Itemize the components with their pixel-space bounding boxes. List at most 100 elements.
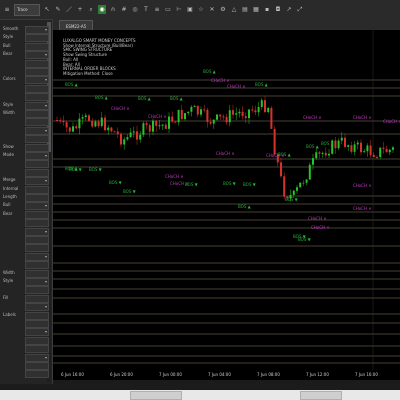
setting-row: Width bbox=[3, 269, 49, 278]
fib-icon[interactable]: ≡ bbox=[153, 5, 161, 14]
setting-row: Fill bbox=[3, 294, 49, 303]
setting-row: Style bbox=[3, 101, 49, 110]
layout-icon[interactable]: ▦ bbox=[252, 5, 260, 14]
setting-field[interactable] bbox=[25, 286, 49, 295]
setting-field[interactable] bbox=[25, 160, 49, 169]
candle-body bbox=[312, 158, 314, 165]
trash-icon[interactable]: ✕ bbox=[208, 5, 216, 14]
bos-down-label: BOS ▼ bbox=[89, 167, 103, 172]
setting-field[interactable] bbox=[25, 269, 49, 278]
candle-body bbox=[187, 111, 190, 114]
setting-field[interactable] bbox=[25, 194, 49, 202]
choch-label: CHoCH ✕ bbox=[311, 225, 330, 230]
save-icon[interactable]: ▪ bbox=[263, 5, 271, 14]
setting-dropdown[interactable] bbox=[25, 227, 49, 236]
setting-dropdown[interactable] bbox=[25, 76, 49, 85]
candle-body bbox=[68, 127, 71, 132]
setting-dropdown[interactable] bbox=[25, 101, 49, 110]
candle-body bbox=[148, 125, 151, 132]
candle-body bbox=[91, 120, 94, 127]
setting-field[interactable] bbox=[25, 320, 49, 328]
setting-field[interactable] bbox=[25, 261, 49, 270]
bos-down-label: BOS ▼ bbox=[285, 197, 299, 202]
grid-icon[interactable]: # bbox=[120, 5, 128, 14]
pencil-icon[interactable]: ✎ bbox=[54, 5, 62, 14]
setting-field[interactable] bbox=[25, 294, 49, 303]
setting-field[interactable] bbox=[25, 93, 49, 102]
alert-icon[interactable]: △ bbox=[230, 5, 238, 14]
setting-field[interactable] bbox=[25, 185, 49, 194]
setting-dropdown[interactable] bbox=[25, 152, 49, 160]
line-icon[interactable]: ／ bbox=[65, 5, 73, 14]
setting-dropdown[interactable] bbox=[25, 278, 49, 286]
bos-up-label: BOS ▲ bbox=[95, 95, 109, 100]
setting-field[interactable] bbox=[25, 34, 49, 43]
candle-body bbox=[152, 120, 154, 132]
camera-icon[interactable]: ◘ bbox=[274, 5, 282, 14]
setting-field[interactable] bbox=[25, 362, 49, 370]
choch-label: CHoCH ✕ bbox=[211, 78, 230, 83]
setting-field[interactable] bbox=[25, 68, 49, 76]
setting-field[interactable] bbox=[25, 168, 49, 177]
setting-dropdown[interactable] bbox=[25, 126, 49, 135]
setting-field[interactable] bbox=[25, 110, 49, 118]
setting-field[interactable] bbox=[25, 311, 49, 320]
candle-body bbox=[318, 152, 321, 154]
zoom-icon[interactable]: ⌕ bbox=[87, 5, 95, 14]
setting-field[interactable] bbox=[25, 143, 49, 152]
indicator-icon[interactable]: ◉ bbox=[98, 5, 106, 14]
setting-dropdown[interactable] bbox=[25, 26, 49, 34]
candle-body bbox=[88, 115, 90, 121]
setting-field[interactable] bbox=[25, 345, 49, 354]
setting-field[interactable] bbox=[25, 236, 49, 244]
candle-body bbox=[164, 124, 167, 129]
setting-field[interactable] bbox=[25, 244, 49, 253]
setting-field[interactable] bbox=[25, 42, 49, 51]
fullscreen-icon[interactable]: ⤢ bbox=[296, 5, 304, 14]
setting-field[interactable] bbox=[25, 118, 49, 127]
bos-down-label: BOS ▼ bbox=[123, 189, 137, 194]
setting-row bbox=[3, 362, 49, 370]
ruler-icon[interactable]: ⊢ bbox=[175, 5, 183, 14]
magnet-icon[interactable]: ∩ bbox=[109, 5, 117, 14]
gear-icon[interactable]: ⚙ bbox=[219, 5, 227, 14]
setting-row bbox=[3, 93, 49, 102]
lock-icon[interactable]: ▣ bbox=[186, 5, 194, 14]
setting-dropdown[interactable] bbox=[25, 51, 49, 60]
setting-field[interactable] bbox=[25, 84, 49, 93]
setting-field[interactable] bbox=[25, 135, 49, 144]
menu-icon[interactable]: ≡ bbox=[3, 5, 11, 14]
chart-type-select[interactable]: Trace bbox=[14, 3, 40, 16]
setting-dropdown[interactable] bbox=[25, 328, 49, 337]
setting-row bbox=[3, 353, 49, 362]
setting-field[interactable] bbox=[25, 210, 49, 219]
star-icon[interactable]: ☆ bbox=[197, 5, 205, 14]
setting-dropdown[interactable] bbox=[25, 177, 49, 186]
choch-label: CHoCH ✕ bbox=[111, 106, 130, 111]
setting-row: Show bbox=[3, 143, 49, 152]
setting-dropdown[interactable] bbox=[25, 303, 49, 312]
bos-up-label: BOS ▲ bbox=[138, 96, 152, 101]
crosshair-icon[interactable]: + bbox=[76, 5, 84, 14]
rect-icon[interactable]: ▭ bbox=[164, 5, 172, 14]
candle-body bbox=[235, 113, 238, 115]
setting-field[interactable] bbox=[25, 336, 49, 345]
chart-icon[interactable]: ▤ bbox=[241, 5, 249, 14]
price-chart[interactable]: BOS ▲BOS ▲ BOS ▲ BOS ▲BOS ▲BOS ▲BOS ▲CHoCH… bbox=[53, 30, 400, 380]
setting-field[interactable] bbox=[25, 370, 49, 379]
setting-field[interactable] bbox=[25, 219, 49, 228]
text-icon[interactable]: T bbox=[142, 5, 150, 14]
chart-area[interactable]: BOS ▲ BOS ▲ BOS ▲ BOS ▲ BOS ▲ BOS ▲ BOS ▲ CHoCH… bbox=[53, 30, 400, 380]
setting-field[interactable] bbox=[25, 59, 49, 68]
setting-row: Smooth bbox=[3, 26, 49, 34]
cursor-icon[interactable]: ↖ bbox=[43, 5, 51, 14]
setting-row: Mode bbox=[3, 152, 49, 160]
setting-dropdown[interactable] bbox=[25, 252, 49, 261]
candle-body bbox=[299, 182, 302, 188]
setting-dropdown[interactable] bbox=[25, 353, 49, 362]
candle-body bbox=[84, 115, 87, 118]
candle-body bbox=[324, 152, 327, 156]
share-icon[interactable]: ↗ bbox=[285, 5, 293, 14]
eye-icon[interactable]: ◎ bbox=[131, 5, 139, 14]
setting-dropdown[interactable] bbox=[25, 202, 49, 211]
